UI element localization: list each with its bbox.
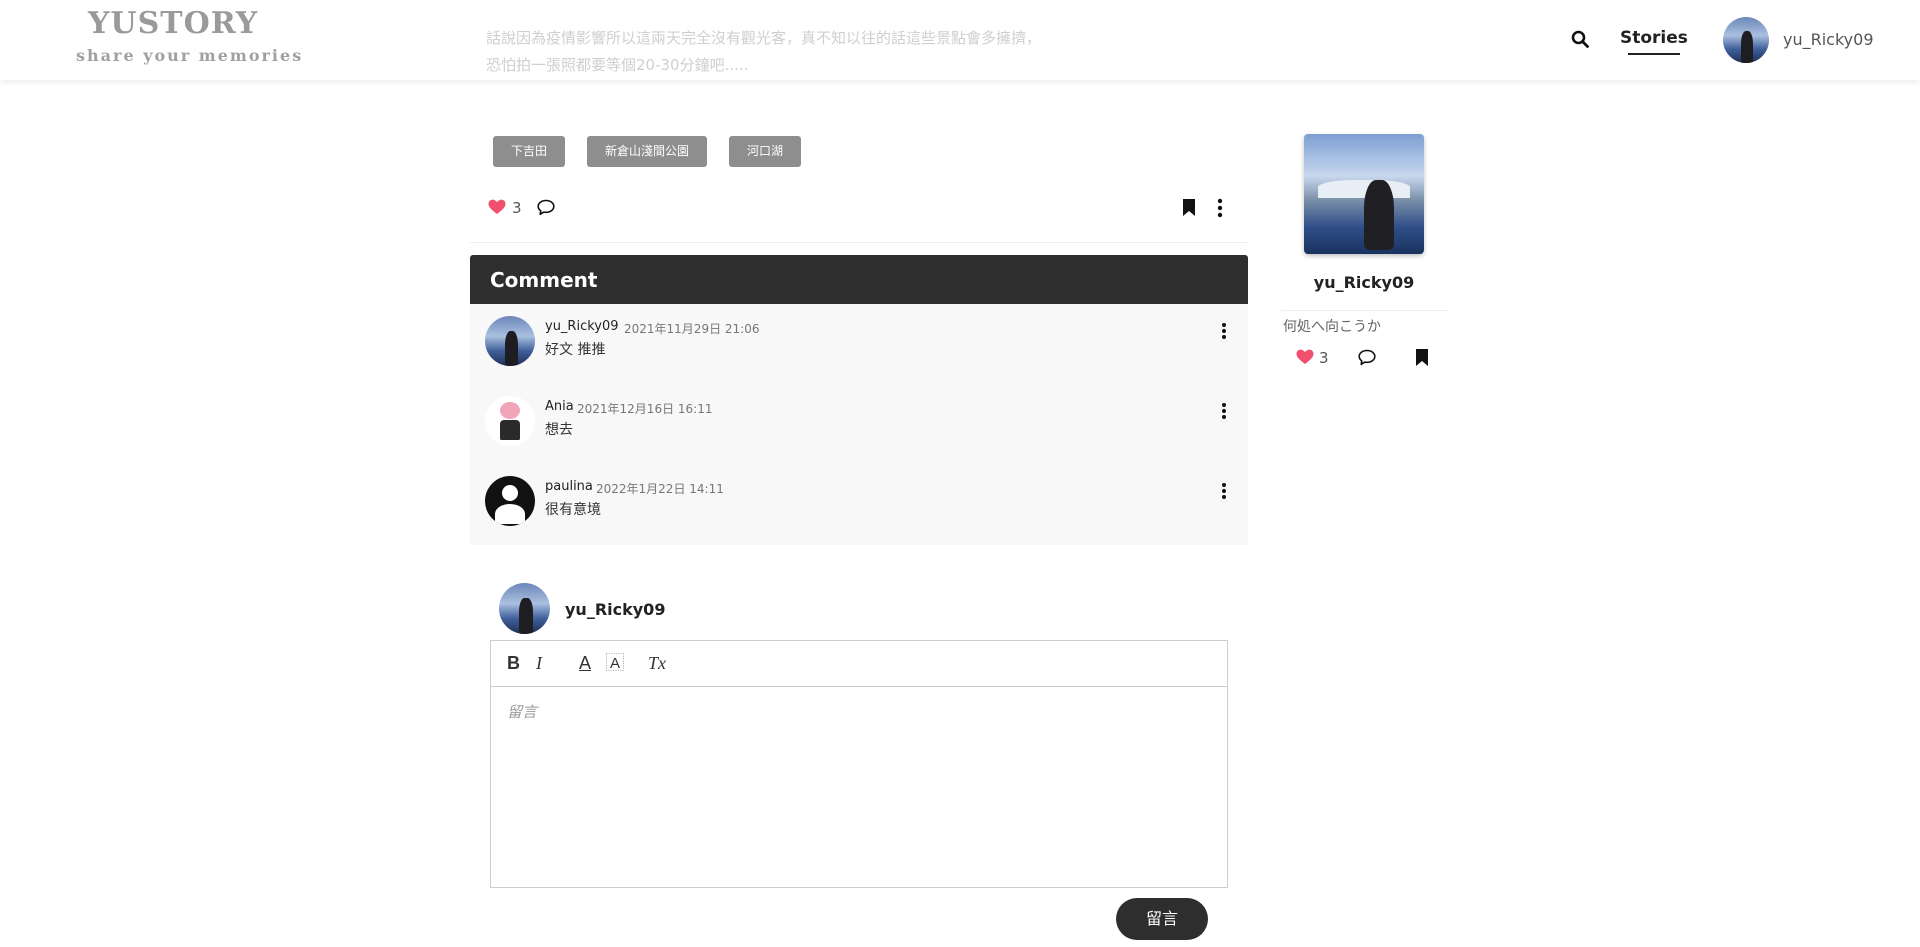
bookmark-icon[interactable] (1415, 348, 1429, 367)
logo-subtitle: share your memories (76, 46, 304, 65)
comment-more-icon[interactable] (1220, 321, 1228, 341)
nav-stories-link[interactable]: Stories (1620, 28, 1688, 55)
comment-editor[interactable]: B I A A Tx 留言 (490, 640, 1228, 888)
sidebar-divider (1281, 310, 1449, 311)
text-color-button[interactable]: A (579, 653, 591, 675)
comment-icon[interactable] (537, 199, 555, 216)
header-username[interactable]: yu_Ricky09 (1783, 30, 1874, 49)
comment-text: 很有意境 (545, 502, 601, 518)
bookmark-icon[interactable] (1182, 198, 1196, 217)
like-count: 3 (512, 199, 522, 217)
commenter-name[interactable]: Ania (545, 399, 574, 414)
composer-avatar (499, 583, 550, 634)
comment-item: paulina 2022年1月22日 14:11 很有意境 (470, 464, 1248, 544)
comment-date: 2022年1月22日 14:11 (596, 482, 724, 496)
tag-chip[interactable]: 下吉田 (493, 136, 565, 167)
comment-list: yu_Ricky09 2021年11月29日 21:06 好文 推推 Ania … (470, 304, 1248, 545)
svg-text:A: A (610, 655, 620, 672)
comment-text: 想去 (545, 422, 573, 438)
author-name[interactable]: yu_Ricky09 (1282, 273, 1446, 292)
more-options-icon[interactable] (1213, 198, 1227, 218)
tag-chip[interactable]: 河口湖 (729, 136, 801, 167)
commenter-avatar[interactable] (485, 316, 535, 366)
user-avatar[interactable] (1723, 17, 1769, 63)
commenter-avatar[interactable] (485, 476, 535, 526)
comment-icon[interactable] (1358, 349, 1376, 366)
sidebar-like-count: 3 (1319, 349, 1329, 367)
logo-title[interactable]: YUSTORY (88, 6, 258, 41)
comment-more-icon[interactable] (1220, 481, 1228, 501)
search-icon[interactable] (1571, 30, 1589, 48)
background-color-icon[interactable]: A (606, 653, 624, 673)
comment-item: Ania 2021年12月16日 16:11 想去 (470, 384, 1248, 464)
faded-post-text: 話說因為疫情影響所以這兩天完全沒有觀光客，真不知以往的話這些景點會多擁擠， 恐怕… (486, 25, 1106, 79)
comment-item: yu_Ricky09 2021年11月29日 21:06 好文 推推 (470, 304, 1248, 384)
author-description: 何処へ向こうか (1283, 319, 1381, 335)
comment-header: Comment (470, 255, 1248, 304)
heart-icon[interactable] (1296, 349, 1314, 365)
comment-textarea[interactable]: 留言 (507, 701, 537, 722)
comment-date: 2021年11月29日 21:06 (624, 322, 760, 336)
tag-chip[interactable]: 新倉山淺間公園 (587, 136, 707, 167)
submit-comment-button[interactable]: 留言 (1116, 898, 1208, 940)
commenter-avatar[interactable] (485, 396, 535, 446)
section-divider (470, 242, 1248, 243)
comment-title: Comment (490, 268, 598, 292)
commenter-name[interactable]: yu_Ricky09 (545, 319, 619, 334)
composer-username: yu_Ricky09 (565, 600, 666, 619)
author-photo[interactable] (1304, 134, 1424, 254)
comment-date: 2021年12月16日 16:11 (577, 402, 713, 416)
top-nav-bar: YUSTORY share your memories 話說因為疫情影響所以這兩… (0, 0, 1920, 80)
comment-more-icon[interactable] (1220, 401, 1228, 421)
comment-text: 好文 推推 (545, 342, 606, 358)
clear-format-button[interactable]: Tx (648, 653, 666, 675)
faded-text-line: 話說因為疫情影響所以這兩天完全沒有觀光客，真不知以往的話這些景點會多擁擠， (486, 29, 1042, 47)
faded-text-line: 恐怕拍一張照都要等個20-30分鐘吧..... (486, 56, 749, 74)
commenter-name[interactable]: paulina (545, 479, 593, 494)
heart-icon[interactable] (488, 199, 506, 215)
editor-toolbar: B I A A Tx (491, 641, 1227, 687)
italic-button[interactable]: I (536, 653, 542, 675)
bold-button[interactable]: B (507, 653, 520, 675)
